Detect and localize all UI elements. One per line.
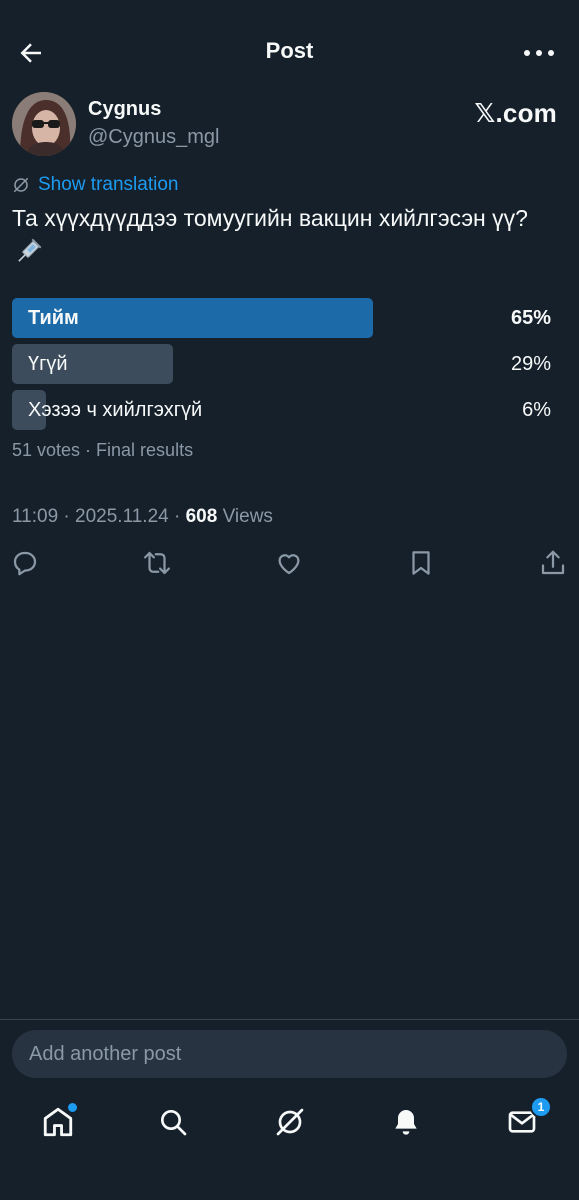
- poll-option-percent: 65%: [510, 307, 551, 329]
- bookmark-button[interactable]: [406, 548, 438, 580]
- divider: [0, 1019, 579, 1020]
- poll-option-percent: 6%: [522, 399, 551, 421]
- nav-messages[interactable]: 1: [502, 1096, 552, 1142]
- poll-option-percent: 29%: [510, 353, 551, 375]
- more-dots-icon: [524, 50, 554, 56]
- grok-translate-icon: [13, 177, 29, 193]
- more-options-button[interactable]: [521, 40, 557, 66]
- share-button[interactable]: [538, 548, 570, 580]
- home-notification-dot: [68, 1103, 77, 1112]
- post-text: Та хүүхдүүддээ томуугийн вакцин хийлгэсэ…: [12, 205, 528, 231]
- repost-button[interactable]: [142, 548, 174, 580]
- post-timestamp: 11:09 · 2025.11.24 · 608 Views: [12, 506, 273, 528]
- reply-button[interactable]: [10, 548, 42, 580]
- poll-option: Үгүй 29%: [12, 344, 567, 384]
- poll-option: Тийм 65%: [12, 298, 567, 338]
- nav-home[interactable]: [38, 1102, 78, 1142]
- post-actions: [0, 548, 579, 584]
- reply-input[interactable]: [12, 1030, 567, 1078]
- notifications-icon: [395, 1110, 417, 1135]
- nav-notifications[interactable]: [386, 1102, 426, 1142]
- bottom-navigation: 1: [0, 1090, 579, 1154]
- page-title: Post: [265, 38, 314, 63]
- show-translation-label: Show translation: [38, 174, 179, 195]
- poll-option: Хэзээ ч хийлгэхгүй 6%: [12, 390, 567, 430]
- repost-icon: [144, 551, 170, 575]
- author-handle[interactable]: @Cygnus_mgl: [88, 126, 219, 149]
- meta-separator: ·: [174, 506, 181, 527]
- reply-compose-box[interactable]: [12, 1030, 567, 1078]
- reply-icon: [13, 551, 37, 576]
- nav-grok[interactable]: [270, 1102, 310, 1142]
- search-icon: [161, 1110, 187, 1136]
- source-label: 𝕏.com: [474, 98, 557, 128]
- share-icon: [541, 550, 565, 575]
- grok-icon: [276, 1108, 304, 1136]
- post-time[interactable]: 11:09: [12, 506, 58, 527]
- like-button[interactable]: [274, 548, 306, 580]
- meta-separator: ·: [63, 506, 70, 527]
- bookmark-icon: [412, 551, 430, 575]
- top-bar: Post: [0, 0, 579, 106]
- poll-meta: 51 votes · Final results: [12, 440, 194, 460]
- views-count[interactable]: 608: [186, 506, 218, 527]
- show-translation-link[interactable]: Show translation: [12, 172, 178, 198]
- poll-option-label: Хэзээ ч хийлгэхгүй: [28, 399, 203, 421]
- post-date[interactable]: 2025.11.24: [75, 506, 169, 527]
- messages-badge: 1: [530, 1096, 552, 1118]
- post-detail-screen: Post Cygnus @Cygnus_mgl 𝕏.com Show trans…: [0, 0, 579, 1200]
- author-name[interactable]: Cygnus: [88, 98, 161, 121]
- nav-search[interactable]: [153, 1102, 193, 1142]
- poll-option-label: Тийм: [28, 307, 79, 329]
- poll-option-label: Үгүй: [28, 353, 68, 375]
- views-label[interactable]: Views: [223, 506, 273, 527]
- syringe-icon: [18, 238, 42, 262]
- avatar[interactable]: [12, 92, 76, 156]
- like-icon: [278, 554, 300, 575]
